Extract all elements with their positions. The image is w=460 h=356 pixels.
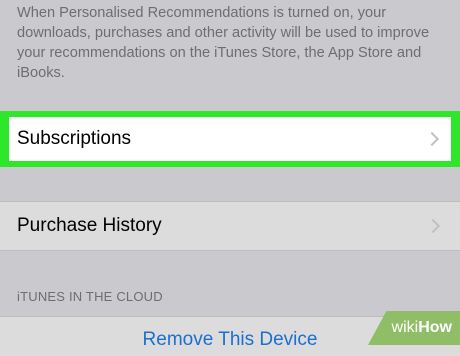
- recommendations-footer-note: When Personalised Recommendations is tur…: [17, 5, 430, 81]
- watermark-suffix: How: [418, 319, 452, 336]
- chevron-right-icon: [424, 131, 440, 147]
- purchase-history-label: Purchase History: [17, 215, 162, 236]
- subscriptions-label: Subscriptions: [17, 128, 132, 149]
- section-header-itunes-cloud: iTUNES IN THE CLOUD: [17, 289, 163, 304]
- chevron-right-icon: [425, 218, 441, 234]
- watermark-prefix: wiki: [391, 319, 419, 336]
- purchase-history-row[interactable]: Purchase History: [0, 201, 460, 251]
- subscriptions-row[interactable]: Subscriptions: [9, 117, 451, 161]
